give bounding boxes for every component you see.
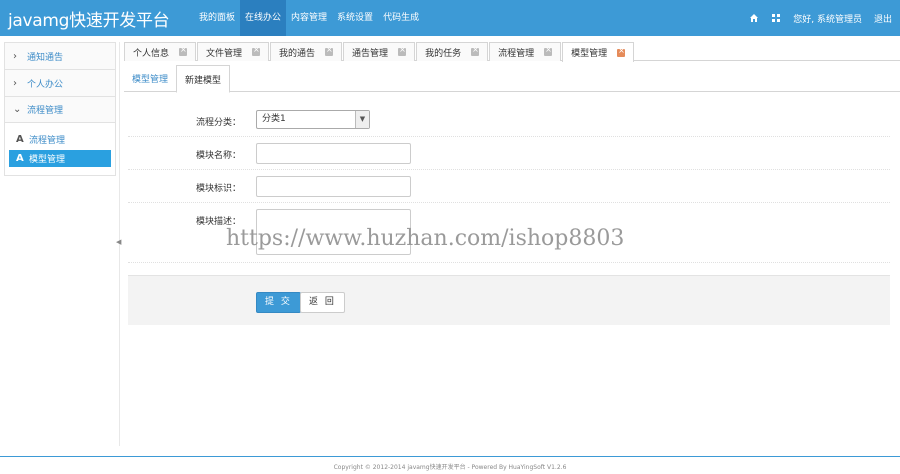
sidebar-item-label: 通知通告 [27, 52, 64, 63]
chevron-down-icon: ⌄ [13, 104, 22, 115]
form-row-category: 流程分类： 分类1 ▼ [128, 104, 890, 137]
sidebar-submenu: A 流程管理 A 模型管理 [4, 123, 116, 176]
tab-my-tasks[interactable]: 我的任务 [416, 42, 489, 61]
form-actions: 提 交 返 回 [128, 275, 890, 325]
back-button[interactable]: 返 回 [300, 292, 345, 313]
sidebar-subitem-workflow[interactable]: A 流程管理 [9, 131, 111, 148]
top-nav-item-online-office[interactable]: 在线办公 [240, 0, 287, 36]
tab-personal-info[interactable]: 个人信息 [124, 42, 197, 61]
subtab-model-list[interactable]: 模型管理 [124, 65, 176, 92]
close-icon[interactable] [252, 45, 261, 56]
tab-label: 通告管理 [352, 48, 389, 59]
collapse-sidebar-icon[interactable]: ◀ [116, 238, 121, 246]
tab-label: 我的任务 [425, 48, 462, 59]
sidebar: › 通知通告 › 个人办公 ⌄ 流程管理 A 流程管理 A 模型管理 [4, 42, 116, 176]
category-label: 流程分类： [195, 118, 241, 128]
workflow-icon: A [16, 134, 24, 145]
tab-label: 个人信息 [133, 48, 170, 59]
brand-title: javamg快速开发平台 [8, 11, 170, 31]
chevron-down-icon: ▼ [355, 111, 369, 128]
home-icon[interactable] [749, 13, 759, 23]
close-icon[interactable] [398, 45, 407, 56]
close-icon[interactable] [179, 45, 188, 56]
top-nav-item-settings[interactable]: 系统设置 [332, 0, 378, 36]
category-select-value: 分类1 [262, 114, 286, 124]
new-model-form: 流程分类： 分类1 ▼ 模块名称： 模块标识： 模块描述： [128, 104, 890, 263]
footer-copyright: Copyright © 2012-2014 javamg快速开发平台 - Pow… [333, 464, 567, 471]
logout-link[interactable]: 退出 [874, 12, 892, 25]
sidebar-subitem-label: 模型管理 [29, 155, 66, 165]
sidebar-subitem-model[interactable]: A 模型管理 [9, 150, 111, 167]
tab-file-manage[interactable]: 文件管理 [197, 42, 270, 61]
close-icon[interactable] [471, 45, 480, 56]
sidebar-item-label: 个人办公 [27, 79, 64, 90]
submit-button[interactable]: 提 交 [256, 292, 301, 313]
footer-divider [0, 456, 900, 457]
name-label: 模块名称： [195, 151, 241, 161]
sidebar-item-notices[interactable]: › 通知通告 [4, 42, 116, 69]
form-row-description: 模块描述： [128, 203, 890, 263]
form-row-name: 模块名称： [128, 137, 890, 170]
model-key-input[interactable] [256, 176, 411, 197]
key-label: 模块标识： [195, 184, 241, 194]
tab-label: 文件管理 [206, 48, 243, 59]
model-name-input[interactable] [256, 143, 411, 164]
top-nav-item-codegen[interactable]: 代码生成 [378, 0, 424, 36]
sub-tab-bar: 模型管理 新建模型 [124, 65, 900, 93]
top-nav: 我的面板 在线办公 内容管理 系统设置 代码生成 [194, 0, 424, 36]
sidebar-subitem-label: 流程管理 [29, 136, 66, 146]
model-description-textarea[interactable] [256, 209, 411, 255]
tab-label: 我的通告 [279, 48, 316, 59]
top-nav-item-content[interactable]: 内容管理 [286, 0, 332, 36]
chevron-right-icon: › [13, 77, 17, 89]
category-select[interactable]: 分类1 ▼ [256, 110, 370, 129]
top-right-area: 您好, 系统管理员 退出 [749, 0, 892, 36]
top-nav-item-dashboard[interactable]: 我的面板 [194, 0, 240, 36]
close-icon[interactable] [617, 46, 626, 57]
sidebar-item-personal-office[interactable]: › 个人办公 [4, 69, 116, 96]
top-bar: javamg快速开发平台 我的面板 在线办公 内容管理 系统设置 代码生成 您好… [0, 0, 900, 36]
tab-workflow-manage[interactable]: 流程管理 [489, 42, 562, 61]
form-row-key: 模块标识： [128, 170, 890, 203]
tab-bar: 个人信息 文件管理 我的通告 通告管理 我的任务 流程管理 模型管理 [124, 42, 900, 62]
tab-my-notices[interactable]: 我的通告 [270, 42, 343, 61]
model-icon: A [16, 153, 24, 164]
sidebar-item-workflow[interactable]: ⌄ 流程管理 [4, 96, 116, 123]
close-icon[interactable] [544, 45, 553, 56]
user-greeting[interactable]: 您好, 系统管理员 [793, 12, 862, 25]
chevron-right-icon: › [13, 50, 17, 62]
close-icon[interactable] [325, 45, 334, 56]
tab-label: 流程管理 [498, 48, 535, 59]
tab-label: 模型管理 [571, 49, 608, 59]
tab-notice-manage[interactable]: 通告管理 [343, 42, 416, 61]
tab-model-manage[interactable]: 模型管理 [562, 42, 635, 62]
sidebar-item-label: 流程管理 [27, 106, 64, 116]
description-label: 模块描述： [195, 217, 241, 227]
subtab-new-model[interactable]: 新建模型 [176, 65, 231, 93]
grid-icon[interactable] [771, 13, 781, 23]
